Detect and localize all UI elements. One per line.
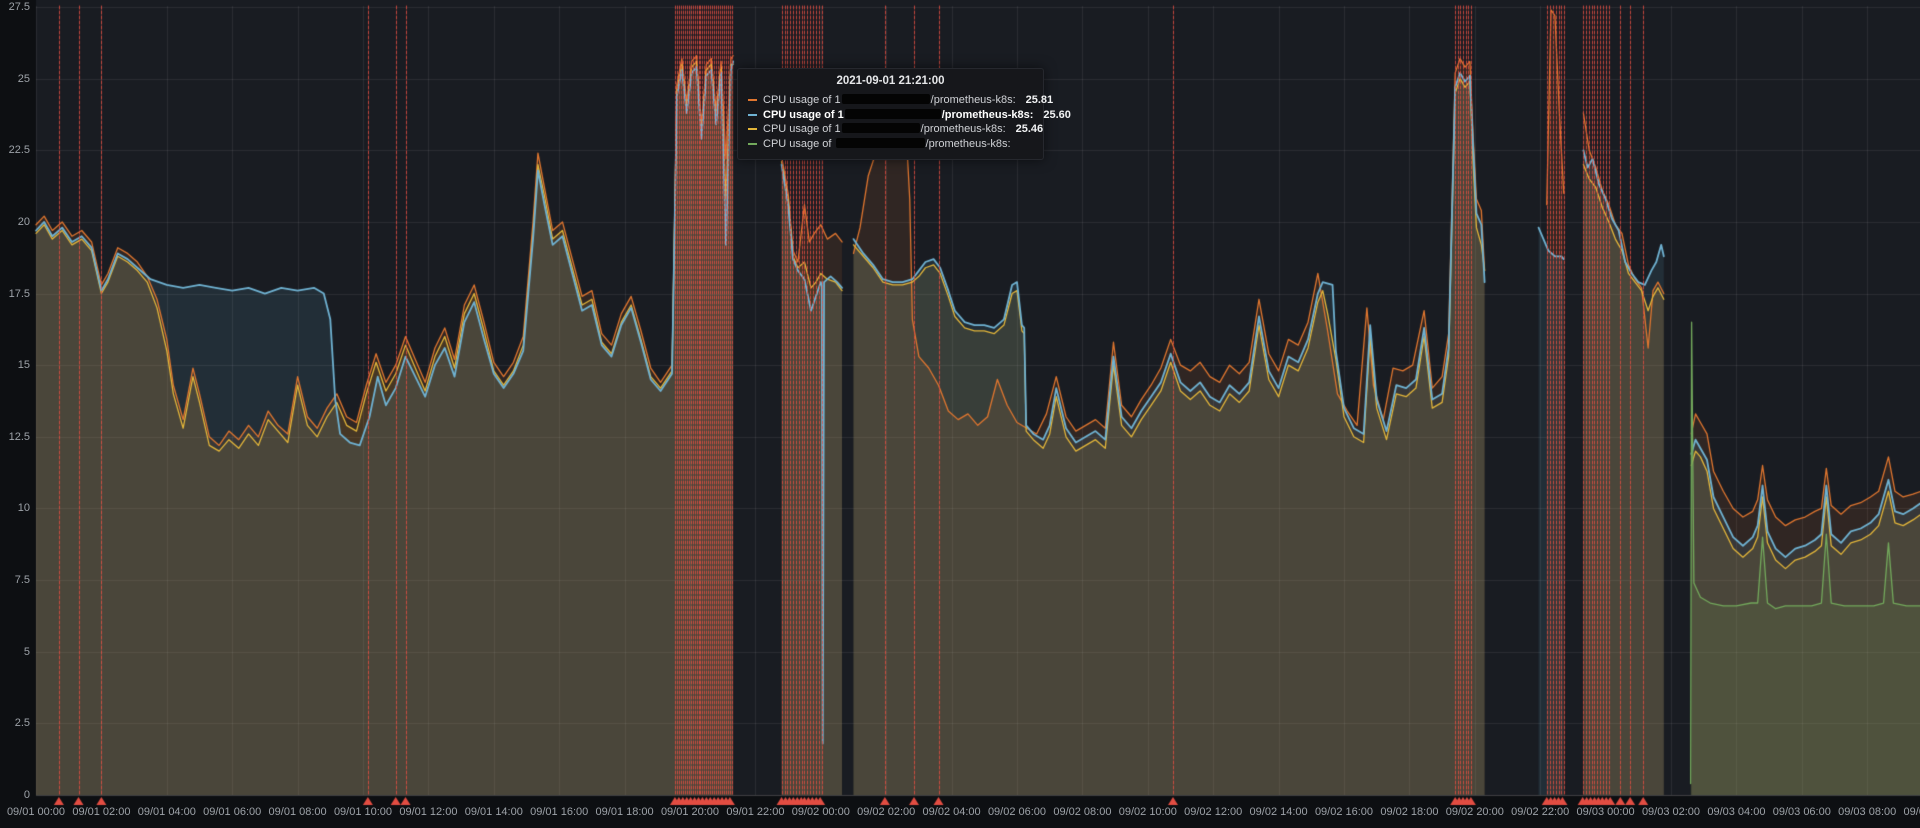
x-axis-tick-label: 09/01 18:00	[595, 806, 654, 818]
x-axis-tick-label: 09/02 18:00	[1380, 806, 1439, 818]
x-axis-tick-label: 09/03 06:00	[1772, 806, 1831, 818]
x-axis-tick-label: 09/02 14:00	[1249, 806, 1308, 818]
x-axis-tick-label: 09/01 20:00	[660, 806, 720, 818]
tooltip-rows: CPU usage of 1/prometheus-k8s: 25.81 CPU u…	[748, 93, 1071, 152]
x-axis-tick-label: 09/01 04:00	[137, 806, 196, 818]
x-axis-tick-label: 09/01 12:00	[399, 806, 458, 818]
x-axis-tick-label: 09/03 10:00	[1903, 806, 1920, 818]
x-axis-tick-label: 09/02 16:00	[1314, 806, 1374, 818]
redaction-blob	[844, 108, 941, 119]
y-axis-tick-label: 0	[23, 789, 30, 801]
grafana-graph-panel: 0 2.5 5 7.5 10 12.5 15 17.5 20 22.5 25 27.5 09/01 0…	[0, 0, 1920, 828]
series-label: CPU usage of 1/prometheus-k8s:	[763, 108, 1034, 121]
series-value: 25.46	[1015, 123, 1044, 135]
x-axis-tick-label: 09/01 02:00	[72, 806, 131, 818]
tooltip-series-row: CPU usage of 1/prometheus-k8s: 25.60	[748, 108, 1071, 123]
series-label: CPU usage of /prometheus-k8s:	[763, 137, 1011, 150]
tooltip-timestamp: 2021-09-01 21:21:00	[836, 75, 945, 87]
x-axis-tick-label: 09/02 12:00	[1184, 806, 1243, 818]
x-axis-tick-label: 09/03 02:00	[1641, 806, 1701, 818]
x-axis-tick-label: 09/01 08:00	[268, 806, 327, 818]
y-axis-tick-label: 2.5	[14, 717, 30, 730]
x-axis-tick-label: 09/01 14:00	[464, 806, 523, 818]
x-axis-tick-label: 09/02 08:00	[1053, 806, 1112, 818]
y-axis-tick-label: 22.5	[8, 144, 30, 157]
series-label: CPU usage of 1/prometheus-k8s:	[763, 94, 1016, 106]
series-color-dash-icon	[748, 128, 757, 131]
x-axis-tick-label: 09/02 04:00	[922, 806, 981, 818]
x-axis-tick-label: 09/02 06:00	[987, 806, 1047, 818]
y-axis-tick-label: 15	[17, 359, 30, 372]
x-axis-tick-label: 09/01 22:00	[726, 806, 785, 818]
x-axis-tick-label: 09/01 16:00	[530, 806, 589, 818]
y-axis-tick-label: 12.5	[8, 430, 30, 443]
y-axis-tick-label: 25	[17, 72, 30, 85]
y-axis-tick-label: 7.5	[14, 574, 30, 587]
y-axis-tick-label: 5	[23, 645, 30, 658]
x-axis-tick-label: 09/01 06:00	[203, 806, 262, 818]
tooltip-series-row: CPU usage of 1/prometheus-k8s: 25.81	[748, 93, 1053, 108]
y-axis-tick-label: 20	[17, 215, 30, 228]
y-axis-tick-label: 27.5	[8, 0, 30, 13]
graph-tooltip: 2021-09-01 21:21:00 CPU usage of 1/prome…	[737, 68, 1071, 160]
y-axis-tick-label: 10	[17, 502, 30, 515]
series-value: 25.60	[1043, 108, 1071, 121]
series-label: CPU usage of 1/prometheus-k8s:	[763, 123, 1006, 135]
redaction-blob	[841, 94, 930, 104]
x-axis-tick-label: 09/03 08:00	[1838, 806, 1897, 818]
x-axis-tick-label: 09/01 10:00	[333, 806, 393, 818]
x-axis-tick-label: 09/02 22:00	[1511, 806, 1570, 818]
x-axis-tick-label: 09/02 20:00	[1445, 806, 1504, 818]
y-axis-tick-label: 17.5	[8, 287, 30, 300]
x-axis-tick-label: 09/03 04:00	[1707, 806, 1766, 818]
series-color-dash-icon	[748, 142, 757, 145]
tooltip-series-row: CPU usage of 1/prometheus-k8s: 25.46	[748, 122, 1043, 137]
series-color-dash-icon	[748, 113, 757, 116]
series-value: 25.81	[1025, 94, 1054, 106]
x-axis-tick-label: 09/03 00:00	[1576, 806, 1635, 818]
tooltip-series-row: CPU usage of /prometheus-k8s:	[748, 137, 1033, 152]
x-axis-tick-label: 09/02 10:00	[1118, 806, 1177, 818]
redaction-blob	[835, 137, 925, 148]
x-axis-tick-label: 09/01 00:00	[6, 806, 66, 818]
x-axis-tick-label: 09/02 00:00	[791, 806, 850, 818]
x-axis-tick-label: 09/02 02:00	[857, 806, 916, 818]
redaction-blob	[841, 123, 920, 133]
series-color-dash-icon	[748, 99, 757, 102]
